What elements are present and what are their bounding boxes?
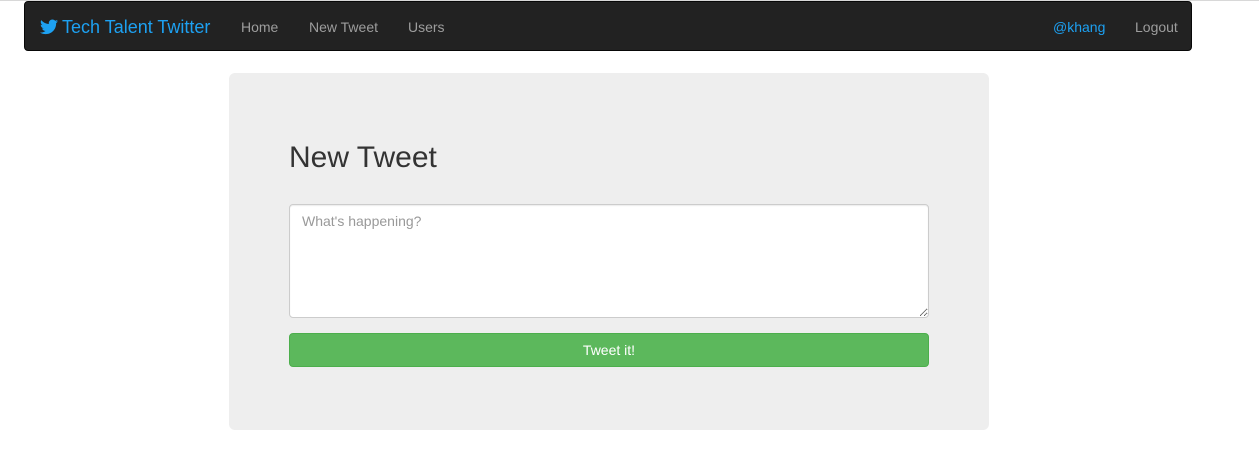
tweet-textarea[interactable] — [289, 204, 929, 318]
nav-link-users[interactable]: Users — [408, 2, 445, 52]
page-title: New Tweet — [289, 141, 437, 174]
nav-link-new-tweet[interactable]: New Tweet — [309, 2, 378, 52]
brand-label: Tech Talent Twitter — [62, 16, 211, 37]
twitter-bird-icon — [40, 19, 58, 35]
nav-link-profile[interactable]: @khang — [1053, 2, 1105, 52]
navbar: Tech Talent Twitter Home New Tweet Users… — [24, 1, 1192, 51]
new-tweet-panel: New Tweet Tweet it! — [229, 73, 989, 430]
nav-link-logout[interactable]: Logout — [1135, 2, 1178, 52]
brand-link[interactable]: Tech Talent Twitter — [40, 2, 210, 52]
nav-link-home[interactable]: Home — [241, 2, 278, 52]
tweet-submit-button[interactable]: Tweet it! — [289, 333, 929, 367]
